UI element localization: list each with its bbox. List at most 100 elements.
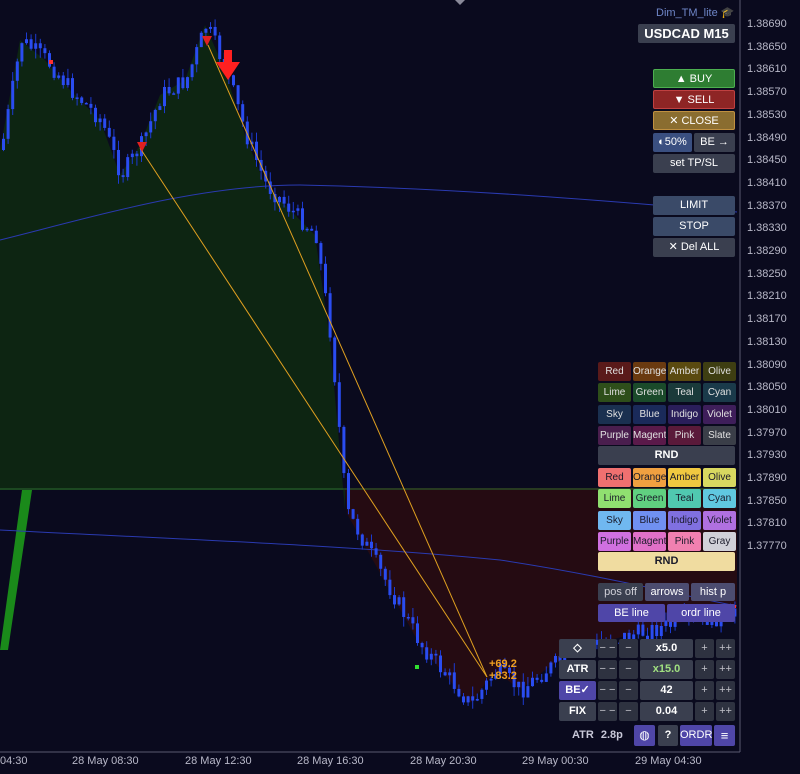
color-slate-dark-button[interactable]: Slate [703, 425, 736, 445]
setting-2-minus[interactable]: − [619, 681, 638, 700]
color-pink-light-button[interactable]: Pink [668, 531, 701, 551]
sell-button[interactable]: ▼ SELL [653, 90, 735, 109]
color-cyan-light-button[interactable]: Cyan [703, 489, 736, 509]
limit-button[interactable]: LIMIT [653, 196, 735, 215]
setting-1-minus-minus[interactable]: − − [598, 660, 617, 679]
candle-body [218, 35, 222, 59]
color-olive-light-button[interactable]: Olive [703, 468, 736, 487]
color-purple-light-button[interactable]: Purple [598, 531, 631, 551]
be-line-toggle[interactable]: BE line [598, 604, 665, 622]
stop-button[interactable]: STOP [653, 217, 735, 236]
price-tick: 1.38650 [747, 40, 787, 53]
candle-body [374, 548, 378, 555]
setting-2-label[interactable]: BE✓ [559, 681, 596, 700]
setting-0-plus-plus[interactable]: ++ [716, 639, 735, 658]
color-indigo-dark-button[interactable]: Indigo [668, 404, 701, 424]
breakeven-button[interactable]: BE → [694, 133, 735, 152]
candle-body [402, 597, 406, 617]
candle-body [360, 534, 364, 546]
candle-body [351, 509, 355, 519]
menu-button[interactable]: ≡ [714, 725, 735, 746]
hist-p-toggle[interactable]: hist p [691, 583, 735, 601]
arrows-toggle[interactable]: arrows [645, 583, 689, 601]
setting-3-plus[interactable]: + [695, 702, 714, 721]
setting-1-value[interactable]: x15.0 [640, 660, 693, 679]
color-pink-dark-button[interactable]: Pink [668, 425, 701, 445]
color-sky-light-button[interactable]: Sky [598, 510, 631, 530]
candle-body [291, 210, 295, 213]
setting-1-minus[interactable]: − [619, 660, 638, 679]
color-lime-light-button[interactable]: Lime [598, 489, 631, 509]
price-tick: 1.38050 [747, 381, 787, 394]
setting-0-minus-minus[interactable]: − − [598, 639, 617, 658]
rnd-dark-button[interactable]: RND [598, 446, 735, 465]
color-olive-dark-button[interactable]: Olive [703, 362, 736, 381]
color-magenta-dark-button[interactable]: Magenta [633, 425, 666, 445]
candle-body [310, 228, 314, 231]
candle-body [475, 698, 479, 701]
color-magenta-light-button[interactable]: Magenta [633, 531, 666, 551]
color-violet-dark-button[interactable]: Violet [703, 404, 736, 424]
setting-3-minus-minus[interactable]: − − [598, 702, 617, 721]
color-blue-light-button[interactable]: Blue [633, 510, 666, 530]
candle-body [659, 626, 663, 637]
color-lime-dark-button[interactable]: Lime [598, 383, 631, 403]
rnd-light-button[interactable]: RND [598, 552, 735, 571]
palette-icon[interactable]: ◍ [634, 725, 655, 746]
setting-2-minus-minus[interactable]: − − [598, 681, 617, 700]
candle-body [356, 518, 360, 535]
setting-1-plus[interactable]: + [695, 660, 714, 679]
candle-body [526, 686, 530, 698]
color-amber-light-button[interactable]: Amber [668, 468, 701, 487]
price-tick: 1.38090 [747, 358, 787, 371]
setting-2-value[interactable]: 42 [640, 681, 693, 700]
color-purple-dark-button[interactable]: Purple [598, 425, 631, 445]
color-violet-light-button[interactable]: Violet [703, 510, 736, 530]
setting-3-plus-plus[interactable]: ++ [716, 702, 735, 721]
color-cyan-dark-button[interactable]: Cyan [703, 383, 736, 403]
time-tick: 29 May 00:30 [522, 755, 589, 767]
half-close-button[interactable]: ◐50% [653, 133, 692, 152]
set-tpsl-button[interactable]: set TP/SL [653, 154, 735, 173]
help-button[interactable]: ? [658, 725, 678, 746]
color-red-light-button[interactable]: Red [598, 468, 631, 487]
ordr-line-toggle[interactable]: ordr line [667, 604, 735, 622]
setting-3-value[interactable]: 0.04 [640, 702, 693, 721]
setting-2-plus[interactable]: + [695, 681, 714, 700]
color-green-dark-button[interactable]: Green [633, 383, 666, 403]
color-blue-dark-button[interactable]: Blue [633, 404, 666, 424]
setting-0-minus[interactable]: − [619, 639, 638, 658]
setting-0-plus[interactable]: + [695, 639, 714, 658]
candle-body [535, 677, 539, 680]
candle-body [296, 208, 300, 211]
shift-triangle-icon[interactable] [455, 0, 465, 5]
color-amber-dark-button[interactable]: Amber [668, 362, 701, 381]
color-teal-dark-button[interactable]: Teal [668, 383, 701, 403]
color-orange-light-button[interactable]: Orange [633, 468, 666, 487]
color-gray-light-button[interactable]: Gray [703, 531, 736, 551]
buy-button[interactable]: ▲ BUY [653, 69, 735, 88]
candle-body [6, 109, 10, 139]
color-green-light-button[interactable]: Green [633, 489, 666, 509]
setting-1-label[interactable]: ATR [559, 660, 596, 679]
setting-0-label[interactable]: ◇ [559, 639, 596, 658]
candle-body [328, 293, 332, 338]
candle-body [521, 681, 525, 698]
ordr-button[interactable]: ORDR [680, 725, 712, 746]
color-indigo-light-button[interactable]: Indigo [668, 510, 701, 530]
setting-3-label[interactable]: FIX [559, 702, 596, 721]
setting-0-value[interactable]: x5.0 [640, 639, 693, 658]
signal-dot [415, 665, 419, 669]
color-orange-dark-button[interactable]: Orange [633, 362, 666, 381]
color-teal-light-button[interactable]: Teal [668, 489, 701, 509]
setting-3-minus[interactable]: − [619, 702, 638, 721]
candle-body [370, 541, 373, 549]
del-all-button[interactable]: ✕ Del ALL [653, 238, 735, 257]
setting-1-plus-plus[interactable]: ++ [716, 660, 735, 679]
price-tick: 1.38290 [747, 245, 787, 257]
color-red-dark-button[interactable]: Red [598, 362, 631, 381]
color-sky-dark-button[interactable]: Sky [598, 404, 631, 424]
close-button[interactable]: ✕ CLOSE [653, 111, 735, 130]
pos-off-toggle[interactable]: pos off [598, 583, 643, 601]
setting-2-plus-plus[interactable]: ++ [716, 681, 735, 700]
